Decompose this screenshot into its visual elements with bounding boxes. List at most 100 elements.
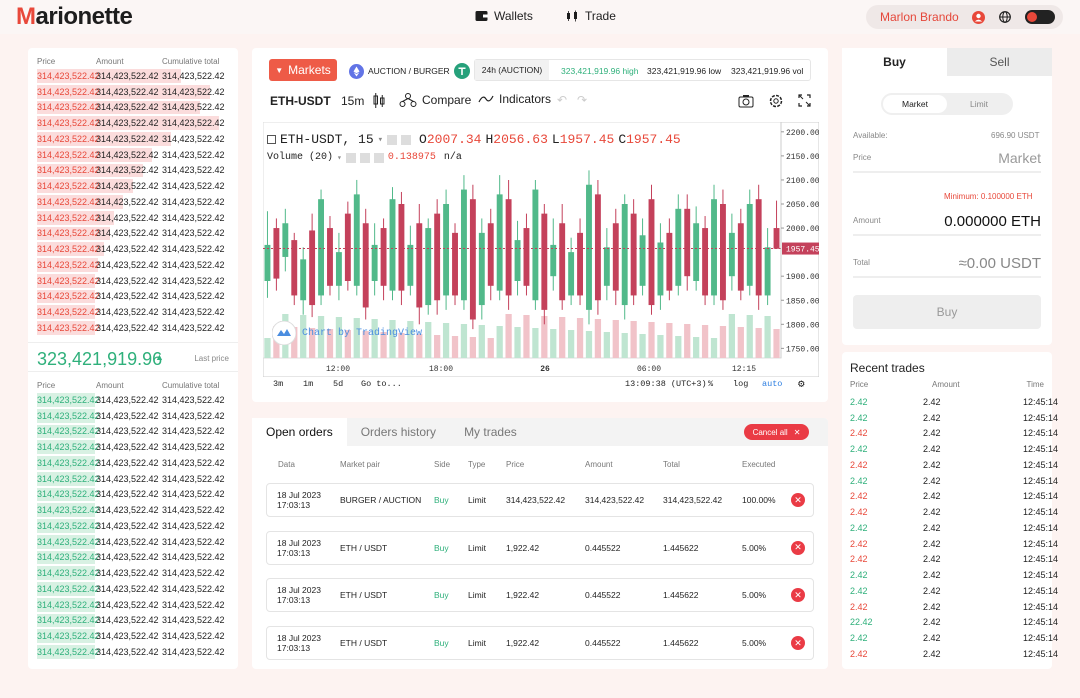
- bid-row[interactable]: 314,423,522.42 314,423,522.42 314,423,522.…: [28, 392, 238, 408]
- candle-body: [416, 223, 423, 308]
- user-menu[interactable]: Marlon Brando: [866, 5, 1063, 29]
- chart-interval[interactable]: 15m: [341, 94, 364, 108]
- nav-wallets[interactable]: Wallets: [475, 9, 533, 23]
- amount-field[interactable]: Amount 0.000000 ETH: [853, 204, 1041, 236]
- globe-icon[interactable]: [998, 11, 1011, 23]
- cancel-all-button[interactable]: Cancel all ✕: [744, 424, 809, 440]
- row-amount: 314,423,522.42: [96, 181, 159, 192]
- log-scale-toggle[interactable]: log: [733, 379, 748, 389]
- nav-trade[interactable]: Trade: [566, 9, 616, 23]
- volume-bar: [576, 318, 584, 358]
- bid-row[interactable]: 314,423,522.42 314,423,522.42 314,423,522.…: [28, 534, 238, 550]
- stats-period[interactable]: 24h (AUCTION): [475, 60, 549, 80]
- eye-icon[interactable]: [345, 152, 356, 163]
- settings-icon[interactable]: [401, 134, 412, 145]
- collapse-legend-icon[interactable]: [267, 135, 276, 144]
- orders-header: Data Market pair Side Type Price Amount …: [252, 460, 828, 470]
- bid-row[interactable]: 314,423,522.42 314,423,522.42 314,423,522.…: [28, 518, 238, 534]
- user-avatar-icon[interactable]: [971, 10, 985, 24]
- limit-toggle[interactable]: Limit: [947, 95, 1011, 113]
- bid-row[interactable]: 314,423,522.42 314,423,522.42 314,423,522.…: [28, 502, 238, 518]
- row-amount: 314,423,522.42: [96, 322, 159, 333]
- theme-toggle[interactable]: [1024, 10, 1055, 24]
- bid-row[interactable]: 314,423,522.42 314,423,522.42 314,423,522.…: [28, 424, 238, 440]
- order-row[interactable]: 18 Jul 2023 17:03:13 ETH / USDT Buy Limit 1,9…: [266, 626, 814, 661]
- price-field[interactable]: Price Market: [853, 145, 1041, 173]
- ask-row[interactable]: 314,423,522.42 314,423,522.42 314,423,522.…: [28, 178, 238, 194]
- close-icon[interactable]: [373, 152, 384, 163]
- markets-button[interactable]: ▼ Markets: [269, 59, 337, 81]
- ask-row[interactable]: 314,423,522.42 314,423,522.42 314,423,522.…: [28, 226, 238, 242]
- tab-my-trades[interactable]: My trades: [450, 418, 531, 446]
- bid-row[interactable]: 314,423,522.42 314,423,522.42 314,423,522.…: [28, 408, 238, 424]
- bid-row[interactable]: 314,423,522.42 314,423,522.42 314,423,522.…: [28, 628, 238, 644]
- undo-icon[interactable]: ↶: [557, 93, 567, 107]
- ask-row[interactable]: 314,423,522.42 314,423,522.42 314,423,522.…: [28, 257, 238, 273]
- cancel-order-icon[interactable]: ✕: [791, 540, 805, 555]
- indicators-button[interactable]: Indicators: [478, 92, 551, 106]
- ask-row[interactable]: 314,423,522.42 314,423,522.42 314,423,522.…: [28, 115, 238, 131]
- range-1m[interactable]: 1m: [303, 379, 313, 389]
- tab-open-orders[interactable]: Open orders: [252, 418, 347, 446]
- candle-type-icon[interactable]: [373, 93, 385, 108]
- percent-scale-toggle[interactable]: %: [708, 379, 713, 389]
- pair-selector[interactable]: AUCTION / BURGER: [349, 63, 470, 79]
- bid-row[interactable]: 314,423,522.42 314,423,522.42 314,423,522.…: [28, 471, 238, 487]
- ask-row[interactable]: 314,423,522.42 314,423,522.42 314,423,522.…: [28, 289, 238, 305]
- ask-row[interactable]: 314,423,522.42 314,423,522.42 314,423,522.…: [28, 320, 238, 336]
- compare-button[interactable]: Compare: [399, 92, 471, 108]
- ask-row[interactable]: 314,423,522.42 314,423,522.42 314,423,522.…: [28, 210, 238, 226]
- fullscreen-icon[interactable]: [798, 94, 811, 107]
- bid-row[interactable]: 314,423,522.42 314,423,522.42 314,423,522.…: [28, 613, 238, 629]
- ask-row[interactable]: 314,423,522.42 314,423,522.42 314,423,522.…: [28, 131, 238, 147]
- bid-row[interactable]: 314,423,522.42 314,423,522.42 314,423,522.…: [28, 487, 238, 503]
- bid-row[interactable]: 314,423,522.42 314,423,522.42 314,423,522.…: [28, 565, 238, 581]
- order-row[interactable]: 18 Jul 2023 17:03:13 ETH / USDT Buy Limit 1,9…: [266, 578, 814, 613]
- row-total: 314,423,522.42: [162, 181, 225, 192]
- ask-row[interactable]: 314,423,522.42 314,423,522.42 314,423,522.…: [28, 163, 238, 179]
- volume-bar: [451, 336, 459, 358]
- order-row[interactable]: 18 Jul 2023 17:03:13 ETH / USDT Buy Limit 1,9…: [266, 530, 814, 565]
- buy-tab[interactable]: Buy: [842, 48, 947, 76]
- last-price-bar: 323,421,919.96 ▲ Last price: [28, 342, 238, 372]
- settings-icon[interactable]: [768, 93, 784, 109]
- cancel-order-icon[interactable]: ✕: [791, 636, 805, 651]
- buy-button[interactable]: Buy: [853, 295, 1041, 329]
- settings-icon[interactable]: [359, 152, 370, 163]
- ask-row[interactable]: 314,423,522.42 314,423,522.42 314,423,522.…: [28, 100, 238, 116]
- cancel-order-icon[interactable]: ✕: [791, 588, 805, 603]
- ask-row[interactable]: 314,423,522.42 314,423,522.42 314,423,522.…: [28, 68, 238, 84]
- bid-row[interactable]: 314,423,522.42 314,423,522.42 314,423,522.…: [28, 581, 238, 597]
- chart-symbol[interactable]: ETH-USDT: [270, 94, 331, 108]
- ask-row[interactable]: 314,423,522.42 314,423,522.42 314,423,522.…: [28, 84, 238, 100]
- redo-icon[interactable]: ↷: [577, 93, 587, 107]
- bid-row[interactable]: 314,423,522.42 314,423,522.42 314,423,522.…: [28, 597, 238, 613]
- ask-row[interactable]: 314,423,522.42 314,423,522.42 314,423,522.…: [28, 194, 238, 210]
- ask-row[interactable]: 314,423,522.42 314,423,522.42 314,423,522.…: [28, 273, 238, 289]
- row-amount: 314,423,522.42: [96, 426, 159, 437]
- market-toggle[interactable]: Market: [883, 95, 947, 113]
- order-pair: ETH / USDT: [340, 542, 388, 553]
- auto-scale-toggle[interactable]: auto: [762, 379, 782, 389]
- ask-row[interactable]: 314,423,522.42 314,423,522.42 314,423,522.…: [28, 147, 238, 163]
- candle-body: [461, 189, 467, 301]
- sell-tab[interactable]: Sell: [947, 48, 1052, 76]
- eye-icon[interactable]: [387, 134, 398, 145]
- bid-row[interactable]: 314,423,522.42 314,423,522.42 314,423,522.…: [28, 644, 238, 660]
- candle-body: [657, 242, 664, 296]
- cancel-order-icon[interactable]: ✕: [791, 493, 805, 507]
- settings-icon[interactable]: ⚙: [798, 377, 805, 391]
- ask-row[interactable]: 314,423,522.42 314,423,522.42 314,423,522.…: [28, 304, 238, 320]
- range-5d[interactable]: 5d: [333, 379, 343, 389]
- camera-icon[interactable]: [738, 94, 754, 108]
- bid-row[interactable]: 314,423,522.42 314,423,522.42 314,423,522.…: [28, 455, 238, 471]
- order-row[interactable]: 18 Jul 2023 17:03:13 BURGER / AUCTION Buy Li…: [266, 483, 814, 517]
- tab-orders-history[interactable]: Orders history: [347, 418, 450, 446]
- bid-row[interactable]: 314,423,522.42 314,423,522.42 314,423,522.…: [28, 439, 238, 455]
- bid-row[interactable]: 314,423,522.42 314,423,522.42 314,423,522.…: [28, 550, 238, 566]
- range-3m[interactable]: 3m: [273, 379, 283, 389]
- goto-button[interactable]: Go to...: [361, 379, 402, 389]
- app-logo[interactable]: Marionette: [16, 3, 133, 31]
- ask-row[interactable]: 314,423,522.42 314,423,522.42 314,423,522.…: [28, 241, 238, 257]
- candle-body: [309, 230, 316, 306]
